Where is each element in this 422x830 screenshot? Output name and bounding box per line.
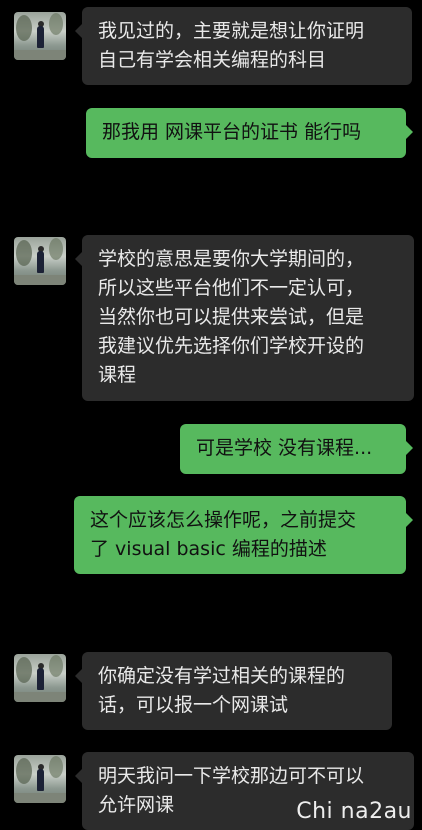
sent-message-bubble[interactable]: 这个应该怎么操作呢，之前提交 了 visual basic 编程的描述 [74,496,413,574]
sent-message-bubble[interactable]: 可是学校 没有课程... [180,424,413,474]
contact-avatar[interactable] [14,237,66,285]
received-message-bubble[interactable]: 学校的意思是要你大学期间的， 所以这些平台他们不一定认可， 当然你也可以提供来尝… [75,235,414,401]
sent-message-bubble[interactable]: 那我用 网课平台的证书 能行吗 [86,108,413,158]
received-message-bubble[interactable]: 你确定没有学过相关的课程的 话，可以报一个网课试 [75,652,392,730]
contact-avatar[interactable] [14,654,66,702]
watermark: Chi na2au [296,799,412,824]
contact-avatar[interactable] [14,755,66,803]
received-message-bubble[interactable]: 我见过的，主要就是想让你证明 自己有学会相关编程的科目 [75,7,412,85]
contact-avatar[interactable] [14,12,66,60]
